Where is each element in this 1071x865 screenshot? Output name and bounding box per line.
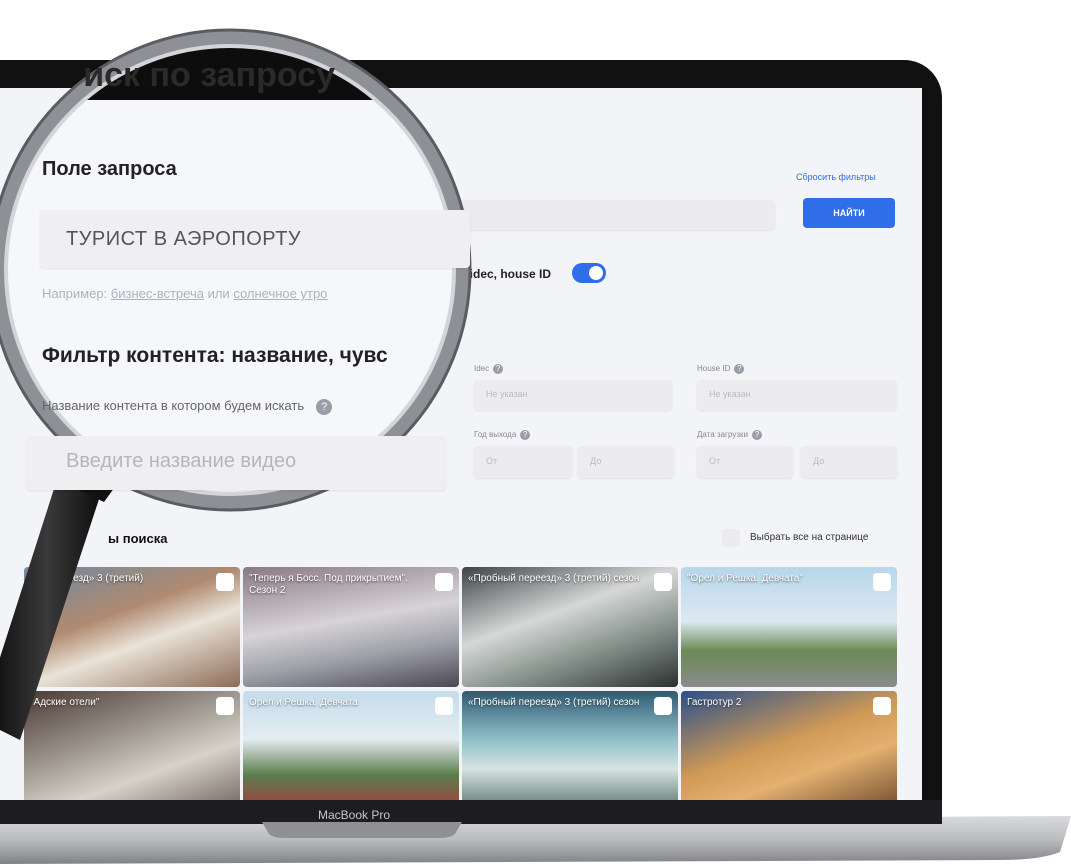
upload-label-text: Дата загрузки bbox=[697, 430, 748, 440]
find-button[interactable]: НАЙТИ bbox=[803, 198, 895, 228]
example-link-1[interactable]: бизнес-встреча bbox=[111, 286, 204, 301]
query-input[interactable]: ТУРИСТ В АЭРОПОРТУ bbox=[40, 210, 470, 268]
upload-label: Дата загрузки? bbox=[697, 430, 762, 440]
content-name-label: Название контента в котором будем искать… bbox=[42, 398, 333, 415]
content-name-input[interactable]: Введите название видео bbox=[26, 436, 446, 490]
query-section-title: Поле запроса bbox=[42, 158, 177, 180]
upload-to-placeholder: До bbox=[813, 456, 825, 466]
houseid-label-text: House ID bbox=[697, 364, 731, 374]
result-checkbox[interactable] bbox=[873, 697, 891, 715]
upload-from-placeholder: От bbox=[709, 456, 721, 466]
year-to-placeholder: До bbox=[590, 456, 602, 466]
help-icon[interactable]: ? bbox=[751, 430, 762, 440]
help-icon[interactable]: ? bbox=[520, 430, 531, 440]
toggle-knob bbox=[589, 266, 603, 280]
example-or: или bbox=[207, 286, 230, 301]
help-icon[interactable]: ? bbox=[316, 398, 333, 415]
example-hint: Например: бизнес-встреча или солнечное у… bbox=[42, 286, 327, 301]
content-name-label-text: Название контента в котором будем искать bbox=[42, 398, 305, 413]
result-caption: "Орел и Решка. Девчата" bbox=[687, 573, 803, 584]
result-caption: Гастротур 2 bbox=[687, 697, 742, 708]
select-all-checkbox[interactable] bbox=[722, 529, 740, 547]
result-card[interactable]: "Орел и Решка. Девчата" bbox=[681, 567, 897, 687]
metadata-toggle[interactable] bbox=[572, 263, 606, 283]
help-icon[interactable]: ? bbox=[734, 364, 745, 374]
select-all-label[interactable]: Выбрать все на странице bbox=[750, 532, 868, 543]
page-title: Поиск по запросу bbox=[38, 56, 336, 94]
magnifier-icon bbox=[0, 28, 472, 740]
houseid-input[interactable]: Не указан bbox=[697, 380, 897, 410]
year-to-input[interactable]: До bbox=[578, 446, 674, 478]
query-value: ТУРИСТ В АЭРОПОРТУ bbox=[66, 228, 302, 250]
content-name-placeholder: Введите название видео bbox=[66, 450, 297, 472]
upload-to-input[interactable]: До bbox=[801, 446, 897, 478]
houseid-placeholder: Не указан bbox=[709, 389, 751, 399]
houseid-label: House ID? bbox=[697, 364, 745, 374]
result-checkbox[interactable] bbox=[654, 573, 672, 591]
reset-filters-link[interactable]: Сбросить фильтры bbox=[796, 172, 876, 182]
example-link-2[interactable]: солнечное утро bbox=[233, 286, 327, 301]
filter-title: Фильтр контента: название, чувс bbox=[42, 344, 388, 367]
upload-from-input[interactable]: От bbox=[697, 446, 793, 478]
result-card[interactable]: Гастротур 2 bbox=[681, 691, 897, 800]
result-checkbox[interactable] bbox=[654, 697, 672, 715]
result-checkbox[interactable] bbox=[873, 573, 891, 591]
example-prefix: Например: bbox=[42, 286, 108, 301]
